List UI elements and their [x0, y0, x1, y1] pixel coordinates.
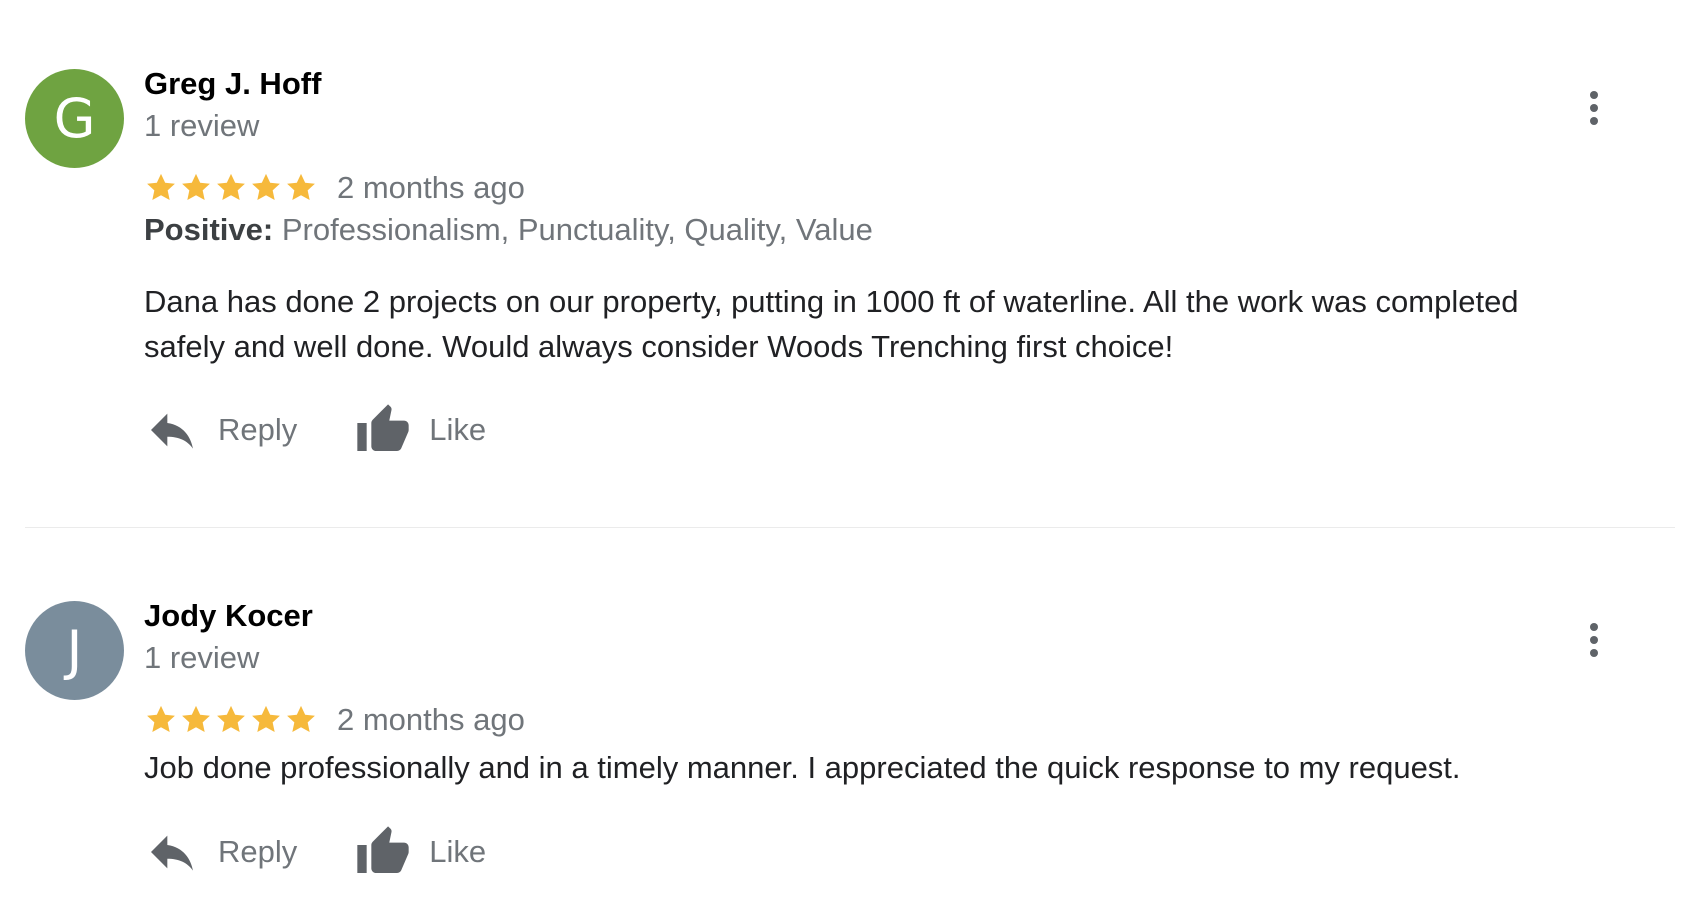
- reply-icon: [151, 413, 193, 449]
- review-text: Dana has done 2 projects on our property…: [144, 284, 1519, 364]
- star-rating: [144, 703, 319, 737]
- thumbs-up-icon: [357, 404, 409, 451]
- review-actions: Reply Like: [144, 822, 486, 882]
- like-label: Like: [429, 412, 487, 447]
- avatar[interactable]: G: [25, 69, 124, 168]
- positive-values: Professionalism, Punctuality, Quality, V…: [281, 212, 873, 247]
- positive-label: Positive:: [144, 212, 274, 247]
- like-label: Like: [429, 834, 487, 869]
- review-date: 2 months ago: [337, 702, 525, 737]
- review-date: 2 months ago: [337, 170, 525, 205]
- star-icon: [179, 171, 213, 205]
- star-rating: [144, 171, 319, 205]
- reviewer-review-count: 1 review: [144, 640, 260, 675]
- reviewer-name[interactable]: Greg J. Hoff: [144, 66, 321, 102]
- more-options-icon[interactable]: [1576, 618, 1612, 662]
- star-icon: [249, 703, 283, 737]
- review-actions: Reply Like: [144, 400, 486, 460]
- reply-button[interactable]: Reply: [144, 824, 297, 880]
- positive-attributes: Positive: Professionalism, Punctuality, …: [144, 212, 873, 248]
- star-icon: [214, 171, 248, 205]
- thumbs-up-icon: [357, 826, 409, 873]
- star-icon: [249, 171, 283, 205]
- rating-row: 2 months ago: [144, 700, 525, 740]
- review-card: J Jody Kocer 1 review 2 months ago Job d…: [0, 528, 1696, 898]
- more-options-icon[interactable]: [1576, 86, 1612, 130]
- reviewer-name[interactable]: Jody Kocer: [144, 598, 313, 634]
- star-icon: [144, 703, 178, 737]
- star-icon: [284, 171, 318, 205]
- like-button[interactable]: Like: [355, 824, 486, 880]
- review-card: G Greg J. Hoff 1 review 2 months ago Pos…: [0, 0, 1696, 527]
- star-icon: [179, 703, 213, 737]
- reply-button[interactable]: Reply: [144, 402, 297, 458]
- avatar[interactable]: J: [25, 601, 124, 700]
- star-icon: [144, 171, 178, 205]
- reply-icon: [151, 835, 193, 871]
- reply-label: Reply: [218, 834, 298, 869]
- rating-row: 2 months ago: [144, 168, 525, 208]
- star-icon: [284, 703, 318, 737]
- reviewer-review-count: 1 review: [144, 108, 260, 143]
- star-icon: [214, 703, 248, 737]
- like-button[interactable]: Like: [355, 402, 486, 458]
- review-text: Job done professionally and in a timely …: [144, 750, 1461, 785]
- reply-label: Reply: [218, 412, 298, 447]
